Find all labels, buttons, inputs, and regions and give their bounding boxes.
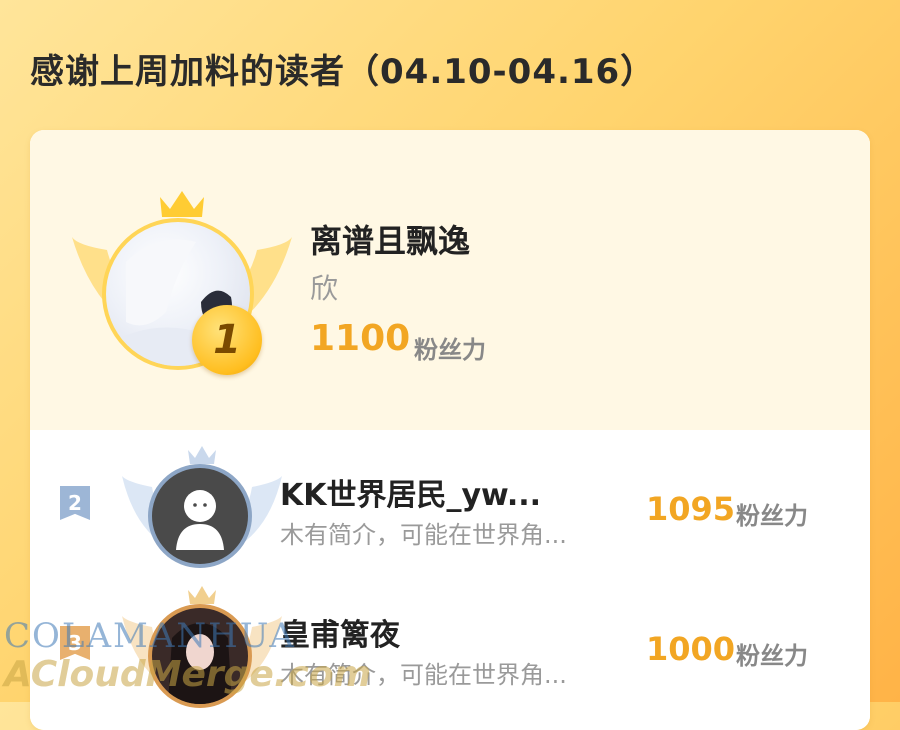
list-item[interactable]: 3 皇甫篱夜 木有简介，可能在世界角... 1000 粉丝力	[30, 570, 870, 708]
reader-bio: 木有简介，可能在世界角...	[280, 661, 567, 689]
reader-name[interactable]: 离谱且飘逸	[310, 216, 470, 262]
fan-power-unit: 粉丝力	[736, 642, 808, 670]
fan-power-unit: 粉丝力	[736, 502, 808, 530]
rank-2-tag: 2	[60, 486, 90, 520]
fan-power-score: 1095	[646, 490, 736, 528]
reader-name[interactable]: KK世界居民_yw...	[280, 470, 541, 514]
avatar[interactable]	[148, 604, 252, 708]
fan-power-unit: 粉丝力	[414, 336, 486, 364]
fan-power-score: 1100	[310, 318, 411, 359]
default-avatar-icon	[176, 490, 224, 550]
rank-1-medal: 1	[192, 305, 262, 375]
page-title: 感谢上周加料的读者（04.10-04.16）	[30, 52, 656, 92]
leaderboard-card: 1 离谱且飘逸 欣 1100 粉丝力 2 KK世界居民_yw... 木有简介，可…	[30, 130, 870, 730]
reader-name[interactable]: 皇甫篱夜	[280, 610, 400, 654]
fan-power-score: 1000	[646, 630, 736, 668]
reader-bio: 木有简介，可能在世界角...	[280, 521, 567, 549]
reader-bio: 欣	[310, 272, 339, 305]
list-item[interactable]: 2 KK世界居民_yw... 木有简介，可能在世界角... 1095 粉丝力	[30, 430, 870, 568]
top-reader-card[interactable]: 1 离谱且飘逸 欣 1100 粉丝力	[30, 130, 870, 430]
rank-3-tag: 3	[60, 626, 90, 660]
avatar-illustration	[168, 623, 232, 704]
avatar[interactable]	[148, 464, 252, 568]
